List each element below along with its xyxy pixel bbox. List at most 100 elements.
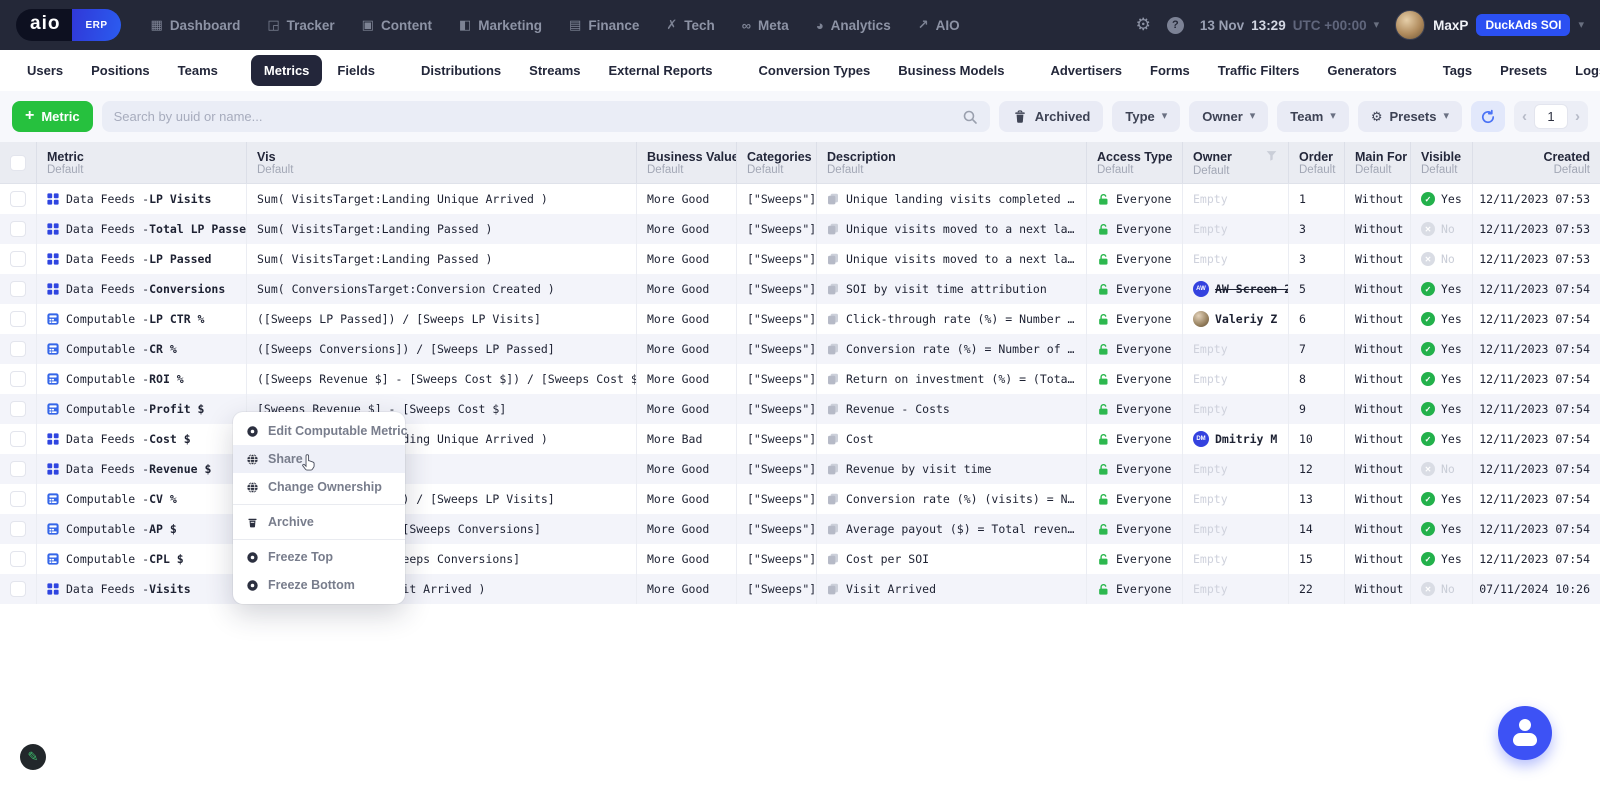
- menu-item-change-ownership[interactable]: Change Ownership: [233, 473, 405, 501]
- tab-presets[interactable]: Presets: [1487, 55, 1560, 86]
- row-checkbox[interactable]: [10, 251, 26, 267]
- tab-traffic-filters[interactable]: Traffic Filters: [1205, 55, 1313, 86]
- column-header-owner[interactable]: Owner Default: [1182, 142, 1288, 183]
- search-icon[interactable]: [962, 109, 978, 125]
- order-cell: 13: [1288, 484, 1344, 514]
- column-header-metric[interactable]: Metric Default: [36, 142, 246, 183]
- row-checkbox[interactable]: [10, 371, 26, 387]
- tab-generators[interactable]: Generators: [1314, 55, 1409, 86]
- copy-icon[interactable]: [827, 193, 839, 205]
- menu-item-freeze-top[interactable]: Freeze Top: [233, 543, 405, 571]
- team-filter-dropdown[interactable]: Team ▾: [1277, 101, 1349, 132]
- tab-positions[interactable]: Positions: [78, 55, 163, 86]
- row-checkbox[interactable]: [10, 521, 26, 537]
- copy-icon[interactable]: [827, 313, 839, 325]
- nav-item-tracker[interactable]: ◲ Tracker: [267, 17, 334, 33]
- nav-item-analytics[interactable]: ◕ Analytics: [816, 17, 891, 33]
- row-checkbox[interactable]: [10, 491, 26, 507]
- row-checkbox[interactable]: [10, 461, 26, 477]
- presets-dropdown[interactable]: ⚙ Presets ▾: [1357, 101, 1462, 132]
- copy-icon[interactable]: [827, 493, 839, 505]
- tab-metrics[interactable]: Metrics: [250, 55, 323, 86]
- edit-widget-button[interactable]: ✎: [20, 744, 46, 770]
- prev-page-button[interactable]: ‹: [1522, 108, 1527, 125]
- copy-icon[interactable]: [827, 403, 839, 415]
- nav-item-finance[interactable]: ▤ Finance: [569, 17, 639, 33]
- table-row[interactable]: Data Feeds - LP Visits Sum( VisitsTarget:…: [0, 184, 1600, 214]
- row-checkbox[interactable]: [10, 281, 26, 297]
- column-header-description[interactable]: Description Default: [816, 142, 1086, 183]
- tab-users[interactable]: Users: [14, 55, 76, 86]
- menu-item-share[interactable]: Share: [233, 445, 405, 473]
- tab-logs[interactable]: Logs: [1562, 55, 1600, 86]
- refresh-button[interactable]: [1471, 101, 1505, 132]
- tab-forms[interactable]: Forms: [1137, 55, 1203, 86]
- tab-distributions[interactable]: Distributions: [408, 55, 514, 86]
- row-checkbox[interactable]: [10, 311, 26, 327]
- app-logo[interactable]: aio ERP: [16, 9, 121, 41]
- table-row[interactable]: Computable - LP CTR % ([Sweeps LP Passed]…: [0, 304, 1600, 334]
- column-header-order[interactable]: Order Default: [1288, 142, 1344, 183]
- page-number-input[interactable]: [1534, 104, 1568, 129]
- copy-icon[interactable]: [827, 523, 839, 535]
- tab-streams[interactable]: Streams: [516, 55, 593, 86]
- row-checkbox[interactable]: [10, 221, 26, 237]
- archived-filter-button[interactable]: Archived: [998, 101, 1104, 132]
- nav-item-content[interactable]: ▣ Content: [362, 17, 432, 33]
- table-row[interactable]: Computable - ROI % ([Sweeps Revenue $] - …: [0, 364, 1600, 394]
- copy-icon[interactable]: [827, 253, 839, 265]
- column-header-created[interactable]: Created Default: [1472, 142, 1600, 183]
- column-header-vis[interactable]: Vis Default: [246, 142, 636, 183]
- copy-icon[interactable]: [827, 283, 839, 295]
- tab-fields[interactable]: Fields: [324, 55, 388, 86]
- type-filter-dropdown[interactable]: Type ▾: [1112, 101, 1181, 132]
- filter-icon[interactable]: [1265, 149, 1278, 165]
- table-row[interactable]: Data Feeds - Conversions Sum( Conversions…: [0, 274, 1600, 304]
- row-checkbox[interactable]: [10, 401, 26, 417]
- row-checkbox[interactable]: [10, 581, 26, 597]
- tab-conversion-types[interactable]: Conversion Types: [746, 55, 884, 86]
- nav-item-dashboard[interactable]: ▦ Dashboard: [151, 17, 241, 33]
- column-header-business-value[interactable]: Business Value Default: [636, 142, 736, 183]
- row-checkbox[interactable]: [10, 431, 26, 447]
- add-metric-button[interactable]: + Metric: [12, 101, 93, 132]
- nav-item-aio[interactable]: ↗ AIO: [918, 17, 960, 33]
- copy-icon[interactable]: [827, 583, 839, 595]
- nav-item-tech[interactable]: ✗ Tech: [666, 17, 714, 33]
- row-checkbox[interactable]: [10, 551, 26, 567]
- tab-advertisers[interactable]: Advertisers: [1037, 55, 1135, 86]
- copy-icon[interactable]: [827, 373, 839, 385]
- copy-icon[interactable]: [827, 463, 839, 475]
- tab-tags[interactable]: Tags: [1430, 55, 1485, 86]
- copy-icon[interactable]: [827, 553, 839, 565]
- column-header-categories[interactable]: Categories Default: [736, 142, 816, 183]
- tab-teams[interactable]: Teams: [165, 55, 231, 86]
- tab-external-reports[interactable]: External Reports: [595, 55, 725, 86]
- column-header-visible[interactable]: Visible Default: [1410, 142, 1472, 183]
- copy-icon[interactable]: [827, 343, 839, 355]
- row-checkbox[interactable]: [10, 341, 26, 357]
- table-row[interactable]: Data Feeds - LP Passed Sum( VisitsTarget:…: [0, 244, 1600, 274]
- nav-item-marketing[interactable]: ◧ Marketing: [459, 17, 542, 33]
- column-header-access-type[interactable]: Access Type Default: [1086, 142, 1182, 183]
- table-row[interactable]: Computable - CR % ([Sweeps Conversions]) …: [0, 334, 1600, 364]
- search-input[interactable]: [113, 109, 962, 124]
- table-row[interactable]: Data Feeds - Total LP Passed Sum( VisitsT…: [0, 214, 1600, 244]
- tab-business-models[interactable]: Business Models: [885, 55, 1017, 86]
- next-page-button[interactable]: ›: [1575, 108, 1580, 125]
- help-icon[interactable]: ?: [1166, 16, 1184, 34]
- copy-icon[interactable]: [827, 433, 839, 445]
- copy-icon[interactable]: [827, 223, 839, 235]
- settings-gear-icon[interactable]: ⚙: [1136, 15, 1151, 35]
- column-header-main-for[interactable]: Main For Default: [1344, 142, 1410, 183]
- row-checkbox[interactable]: [10, 191, 26, 207]
- select-all-checkbox[interactable]: [10, 154, 26, 171]
- menu-item-edit-computable-metric[interactable]: Edit Computable Metric: [233, 417, 408, 445]
- support-fab-button[interactable]: [1498, 706, 1552, 760]
- user-menu[interactable]: MaxP DuckAds SOI ▾: [1395, 10, 1584, 40]
- nav-item-meta[interactable]: ∞ Meta: [742, 17, 789, 33]
- menu-item-freeze-bottom[interactable]: Freeze Bottom: [233, 571, 405, 599]
- menu-item-archive[interactable]: Archive: [233, 508, 405, 536]
- clock-timezone[interactable]: UTC +00:00: [1293, 18, 1367, 33]
- owner-filter-dropdown[interactable]: Owner ▾: [1189, 101, 1269, 132]
